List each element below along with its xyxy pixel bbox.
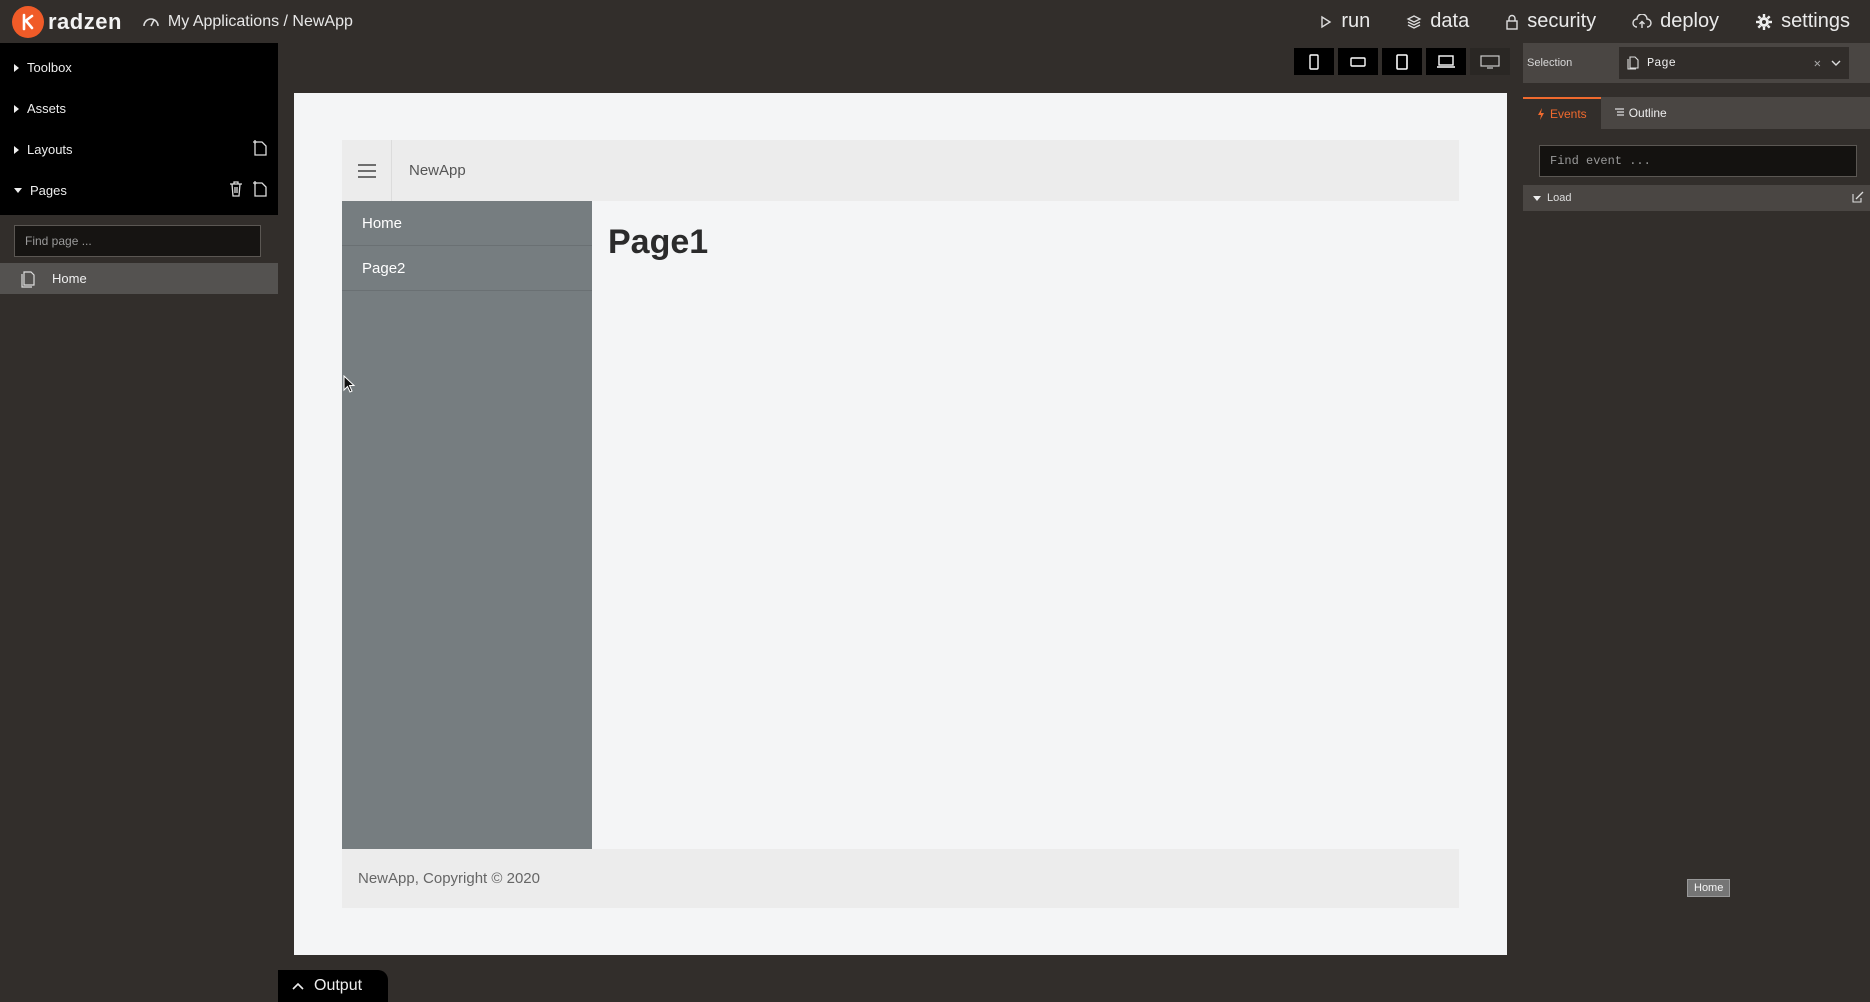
output-label: Output: [314, 977, 363, 994]
app-footer: NewApp, Copyright © 2020: [342, 849, 1459, 908]
top-nav: run data security deploy settings: [1319, 0, 1870, 43]
laptop-icon: [1437, 54, 1455, 68]
nav-security-label: security: [1527, 10, 1597, 32]
tooltip: Home: [1687, 879, 1731, 897]
find-page-input[interactable]: [14, 225, 261, 257]
panel-tabs: Events Outline: [1523, 97, 1870, 129]
trash-icon[interactable]: [228, 180, 244, 198]
page-item-home[interactable]: Home: [0, 263, 278, 294]
caret-right-icon: [14, 63, 19, 72]
breadcrumb[interactable]: My Applications / NewApp: [142, 13, 353, 31]
app-nav-home[interactable]: Home: [342, 201, 592, 246]
event-group-label: Load: [1547, 192, 1572, 204]
device-phone-landscape-button[interactable]: [1338, 48, 1378, 75]
chevron-up-icon: [292, 982, 304, 990]
nav-run[interactable]: run: [1319, 10, 1370, 33]
caret-down-icon: [14, 188, 22, 193]
tab-events-label: Events: [1550, 107, 1587, 121]
app-sidebar: Home Page2: [342, 201, 592, 849]
clear-selection-icon[interactable]: ✕: [1814, 56, 1821, 71]
app-body: Home Page2 Page1: [342, 201, 1459, 849]
device-desktop-button[interactable]: [1470, 48, 1510, 75]
left-sidebar: Toolbox Assets Layouts Pages Home: [0, 43, 278, 1002]
sidebar-item-assets[interactable]: Assets: [0, 88, 278, 129]
app-header: NewApp: [342, 140, 1459, 201]
page-item-label: Home: [52, 271, 87, 286]
sidebar-item-label: Assets: [27, 101, 67, 116]
caret-right-icon: [14, 145, 19, 154]
hamburger-icon: [357, 163, 376, 178]
selection-value: Page: [1647, 56, 1676, 70]
sidebar-item-label: Layouts: [27, 142, 73, 157]
nav-deploy-label: deploy: [1660, 10, 1720, 32]
device-laptop-button[interactable]: [1426, 48, 1466, 75]
sidebar-item-pages[interactable]: Pages: [0, 170, 278, 211]
dashboard-icon: [143, 17, 159, 26]
tab-events[interactable]: Events: [1523, 97, 1601, 129]
output-panel-toggle[interactable]: Output: [278, 970, 388, 1002]
layers-icon: [1406, 14, 1422, 29]
add-layout-icon[interactable]: [252, 139, 268, 157]
page-icon: [21, 270, 35, 288]
caret-down-icon: [1533, 195, 1541, 201]
properties-panel: Selection Page ✕ Events Outline Load Hom…: [1523, 43, 1870, 1002]
nav-settings[interactable]: settings: [1755, 10, 1850, 33]
gear-icon: [1756, 13, 1773, 30]
sidebar-item-label: Pages: [30, 183, 67, 198]
device-tablet-portrait-button[interactable]: [1382, 48, 1422, 75]
app-name: NewApp: [409, 162, 466, 179]
app-main-content: Page1: [592, 201, 1459, 849]
logo[interactable]: radzen: [12, 5, 122, 38]
hamburger-menu-button[interactable]: [342, 140, 392, 201]
selection-dropdown[interactable]: Page ✕: [1619, 47, 1849, 79]
desktop-icon: [1480, 54, 1500, 69]
design-canvas[interactable]: NewApp Home Page2 Page1 NewApp, Copyrigh…: [294, 93, 1507, 955]
nav-settings-label: settings: [1781, 10, 1850, 32]
find-event-input[interactable]: [1539, 145, 1857, 177]
phone-portrait-icon: [1309, 53, 1319, 70]
outline-icon: [1614, 108, 1624, 116]
app-nav-page2[interactable]: Page2: [342, 246, 592, 291]
play-icon: [1321, 15, 1332, 28]
device-phone-portrait-button[interactable]: [1294, 48, 1334, 75]
nav-security[interactable]: security: [1505, 10, 1596, 33]
sidebar-item-layouts[interactable]: Layouts: [0, 129, 278, 170]
page-heading: Page1: [608, 223, 709, 261]
cloud-upload-icon: [1632, 13, 1652, 28]
breadcrumb-text: My Applications / NewApp: [167, 12, 353, 30]
caret-right-icon: [14, 104, 19, 113]
lightning-icon: [1538, 108, 1544, 120]
nav-data[interactable]: data: [1406, 10, 1469, 33]
logo-text: radzen: [48, 8, 122, 34]
sidebar-item-label: Toolbox: [27, 60, 72, 75]
page-icon: [1627, 56, 1639, 70]
selection-bar: Selection Page ✕: [1523, 43, 1870, 83]
edit-icon[interactable]: [1852, 191, 1864, 203]
tablet-portrait-icon: [1396, 53, 1408, 70]
device-toolbar: [1294, 48, 1510, 75]
selection-label: Selection: [1527, 57, 1573, 69]
nav-data-label: data: [1430, 10, 1470, 32]
sidebar-item-toolbox[interactable]: Toolbox: [0, 47, 278, 88]
project-tree: Toolbox Assets Layouts Pages: [0, 43, 278, 215]
lock-icon: [1506, 14, 1518, 30]
nav-run-label: run: [1341, 10, 1371, 32]
chevron-down-icon[interactable]: [1831, 60, 1841, 67]
tab-outline[interactable]: Outline: [1601, 97, 1681, 129]
radzen-logo-icon: [12, 5, 44, 38]
phone-landscape-icon: [1350, 56, 1366, 67]
top-bar: radzen My Applications / NewApp run data…: [0, 0, 1870, 43]
nav-deploy[interactable]: deploy: [1632, 10, 1719, 33]
tab-outline-label: Outline: [1628, 106, 1667, 120]
mouse-cursor-icon: [343, 375, 356, 393]
app-preview: NewApp Home Page2 Page1 NewApp, Copyrigh…: [342, 140, 1459, 908]
add-page-icon[interactable]: [252, 180, 268, 198]
event-group-load[interactable]: Load: [1523, 185, 1870, 211]
